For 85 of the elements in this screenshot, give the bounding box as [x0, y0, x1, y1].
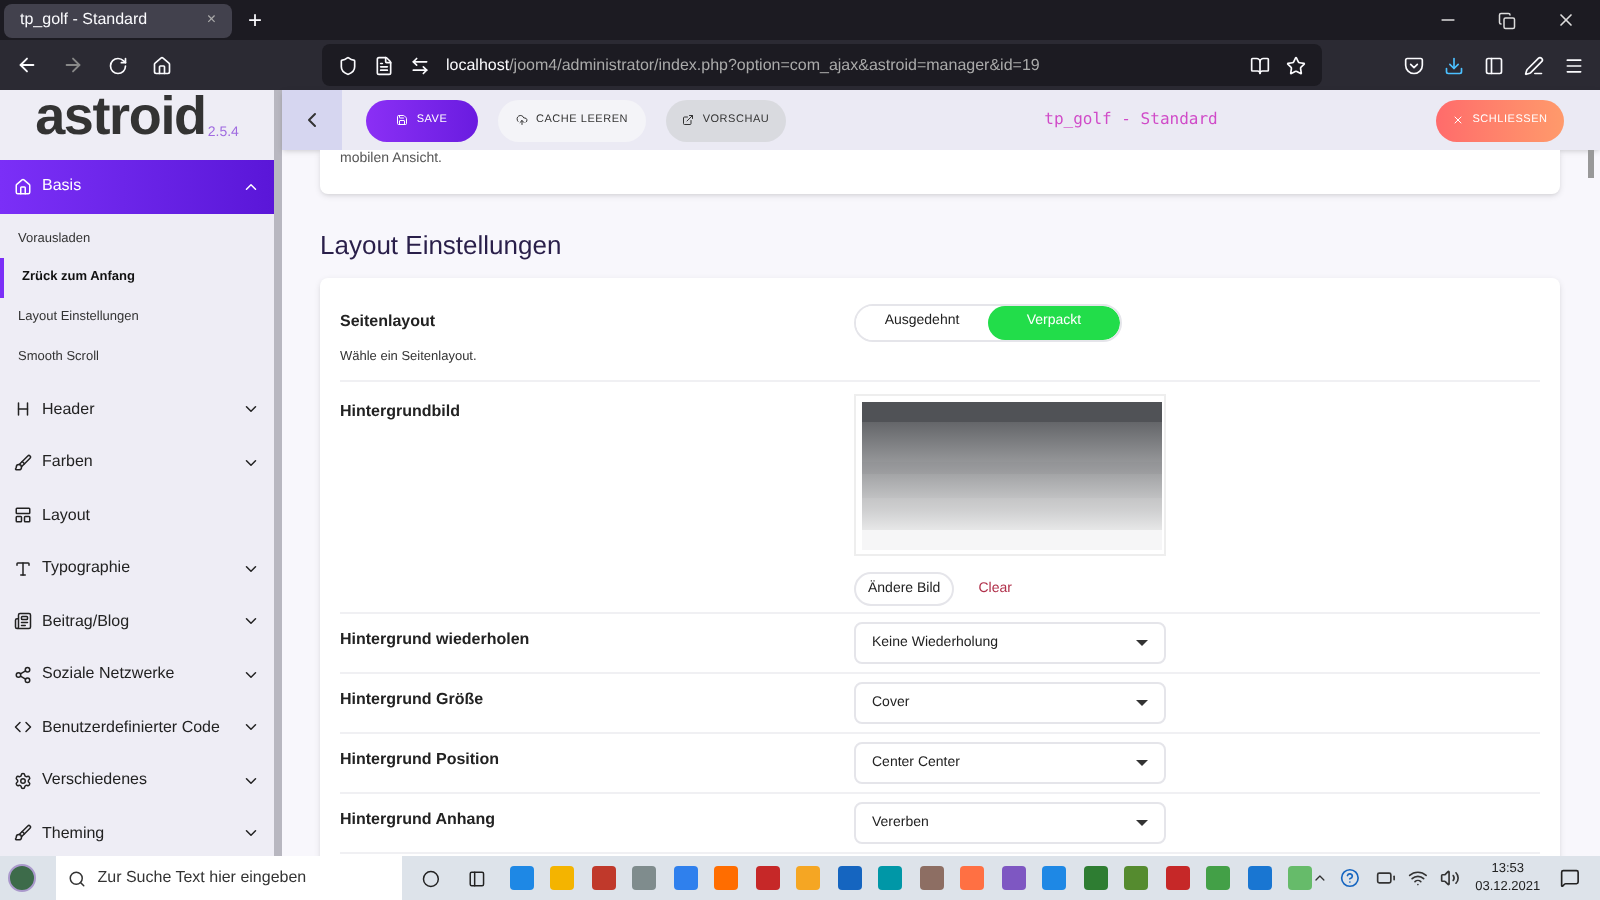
- caret-icon: [1136, 820, 1148, 827]
- cortana-icon[interactable]: [421, 869, 440, 887]
- close-icon[interactable]: [1556, 10, 1576, 30]
- app-icon[interactable]: [1165, 866, 1190, 890]
- item-icon: [14, 771, 32, 790]
- sidebar-item[interactable]: Beitrag/Blog: [0, 595, 274, 649]
- shield-icon: [338, 55, 358, 75]
- app-icon[interactable]: [673, 866, 698, 890]
- caret-icon: [1136, 700, 1148, 707]
- volume-icon[interactable]: [1439, 868, 1460, 888]
- cloud-icon: [515, 114, 528, 126]
- menu-icon[interactable]: [1564, 55, 1584, 75]
- sidebar-icon[interactable]: [1484, 55, 1504, 75]
- app-icon[interactable]: [509, 866, 534, 890]
- close-icon: [1452, 114, 1465, 126]
- setting-label: Hintergrund wiederholen: [340, 628, 532, 653]
- logo-text: astroid: [35, 90, 206, 144]
- start-icon: [7, 864, 36, 892]
- task-view-icon[interactable]: [467, 869, 486, 887]
- home-icon[interactable]: [152, 55, 172, 75]
- star-icon[interactable]: [1286, 55, 1306, 75]
- permissions-icon: [410, 55, 430, 75]
- item-icon: [14, 824, 32, 843]
- forward-icon[interactable]: [62, 54, 84, 76]
- caret-icon: [1136, 640, 1148, 647]
- chevron-up-icon[interactable]: [1312, 870, 1329, 886]
- app-icon[interactable]: [837, 866, 862, 890]
- sidebar-item[interactable]: Benutzerdefinierter Code: [0, 701, 274, 755]
- app-icon[interactable]: [1083, 866, 1108, 890]
- reload-icon[interactable]: [108, 55, 128, 75]
- sidebar-item[interactable]: Farben: [0, 436, 274, 490]
- page-title: tp_golf - Standard: [1042, 108, 1220, 132]
- sidebar-item[interactable]: Header: [0, 383, 274, 437]
- search-input[interactable]: Zur Suche Text hier eingeben: [97, 866, 390, 890]
- pocket-icon[interactable]: [1404, 55, 1424, 75]
- item-icon: [14, 718, 32, 737]
- reader-icon[interactable]: [1250, 55, 1270, 75]
- setting-label: Hintergrund Größe: [340, 688, 486, 713]
- item-icon: [14, 177, 32, 196]
- item-icon: [14, 506, 32, 525]
- download-icon[interactable]: [1444, 55, 1464, 75]
- external-link-icon: [682, 114, 695, 126]
- app-icon[interactable]: [632, 866, 657, 890]
- back-icon[interactable]: [16, 54, 38, 76]
- item-icon: [14, 400, 32, 419]
- section-title: Layout Einstellungen: [320, 228, 564, 264]
- app-icon[interactable]: [1042, 866, 1067, 890]
- help-icon[interactable]: [1340, 868, 1360, 888]
- wifi-icon[interactable]: [1407, 868, 1428, 888]
- sidebar-item[interactable]: Typographie: [0, 542, 274, 596]
- search-icon: [67, 869, 86, 887]
- sidebar-item[interactable]: Theming: [0, 807, 274, 856]
- browser-tab[interactable]: tp_golf - Standard ×: [4, 3, 232, 37]
- pen-icon[interactable]: [1524, 55, 1544, 75]
- item-icon: [14, 559, 32, 578]
- new-tab-button[interactable]: +: [248, 2, 263, 38]
- sidebar-item[interactable]: Soziale Netzwerke: [0, 648, 274, 702]
- setting-label: Hintergrund Position: [340, 748, 502, 773]
- url-text: localhost/joom4/administrator/index.php?option=com_ajax&astroid=manager&id=19: [446, 53, 1042, 77]
- close-icon[interactable]: ×: [206, 8, 216, 32]
- sidebar-item[interactable]: Verschiedenes: [0, 754, 274, 808]
- setting-label: Hintergrundbild: [340, 400, 462, 425]
- item-icon: [14, 665, 32, 684]
- app-icon[interactable]: [1206, 866, 1231, 890]
- app-icon[interactable]: [919, 866, 944, 890]
- app-icon[interactable]: [878, 866, 903, 890]
- sidebar-item[interactable]: Basis: [0, 160, 274, 213]
- app-icon[interactable]: [1247, 866, 1272, 890]
- item-icon: [14, 612, 32, 631]
- setting-label: Hintergrund Anhang: [340, 808, 497, 833]
- app-icon[interactable]: [591, 866, 616, 890]
- setting-label: Seitenlayout: [340, 309, 438, 333]
- sidebar-item[interactable]: Layout: [0, 489, 274, 543]
- caret-icon: [1136, 760, 1148, 767]
- address-bar[interactable]: localhost/joom4/administrator/index.php?option=com_ajax&astroid=manager&id=19: [322, 44, 1322, 86]
- taskbar-search-field[interactable]: Zur Suche Text hier eingeben: [55, 856, 402, 900]
- app-icon[interactable]: [1124, 866, 1149, 890]
- battery-icon[interactable]: [1375, 868, 1396, 888]
- restore-icon[interactable]: [1498, 11, 1516, 29]
- save-icon: [396, 114, 409, 126]
- app-icon[interactable]: [1001, 866, 1026, 890]
- item-icon: [14, 453, 32, 472]
- app-icon[interactable]: [755, 866, 780, 890]
- notification-icon[interactable]: [1560, 868, 1581, 888]
- page-icon: [374, 55, 394, 75]
